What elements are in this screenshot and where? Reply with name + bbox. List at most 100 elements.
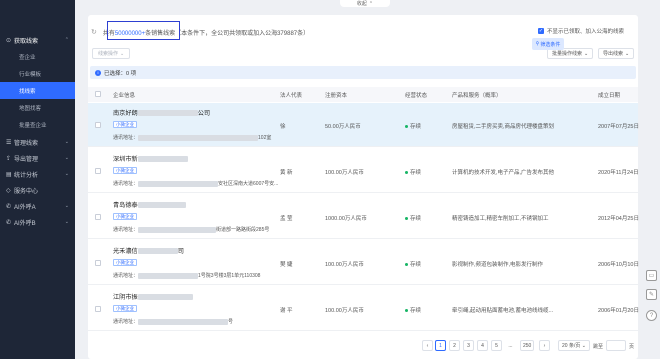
business-status: 存续 [405, 122, 421, 130]
sidebar-group-get-leads[interactable]: ⊙ 获取线索 ⌃ [0, 32, 75, 48]
table-row[interactable]: 深圳市新 小微企业 通讯地址： 安社区深南大道6007号安... 黄 新 100.00万人… [88, 149, 639, 193]
table-row[interactable]: 南京好朗 公司 小微企业 通讯地址： 102室 徐 50.00万人民币 存续 房屋租赁,二手房买… [88, 103, 639, 147]
company-size-tag: 小微企业 [113, 259, 137, 266]
status-dot-icon [405, 263, 408, 267]
company-address: 通讯地址： 1号院3号楼3层1单元110308 [113, 272, 260, 279]
message-icon[interactable]: ▭ [646, 270, 657, 281]
export-leads-button[interactable]: 导出线索 ⌄ [598, 48, 635, 59]
redacted-block [138, 272, 199, 279]
company-name-end: 司 [177, 248, 184, 255]
page-1-button[interactable]: 1 [435, 340, 446, 351]
status-text: 存续 [410, 216, 422, 222]
company-name[interactable]: 光禾濃信 司 [113, 246, 184, 255]
row-checkbox[interactable] [95, 122, 101, 128]
business-status: 存续 [405, 260, 421, 268]
sidebar-item-label: 行业模板 [19, 71, 42, 78]
company-name[interactable]: 南京好朗 公司 [113, 108, 210, 117]
sidebar-item-label: 地图找客 [19, 105, 42, 112]
legal-rep: 徐 [280, 124, 286, 130]
table-row[interactable]: 光禾濃信 司小微企业 通讯地址： 1号院3号楼3层1单元110308 樊 婕 100.00… [88, 241, 639, 285]
address-end: 安社区深南大道6007号安... [218, 181, 279, 187]
company-name[interactable]: 深圳市新 [113, 154, 188, 163]
hide-taken-label: 不显示已领取、加入公海的线索 [546, 29, 624, 35]
refresh-icon[interactable]: ↻ [91, 28, 97, 36]
sidebar-group-export[interactable]: ⇪ 导出管理 ⌄ [0, 150, 75, 166]
next-page-button[interactable]: › [539, 340, 550, 351]
table-row[interactable]: 青岛德泰 小微企业 通讯地址： 街道部一路路街段285号 孟 莹 1000.00万人民币 存… [88, 195, 639, 239]
chevron-down-icon: ⌄ [64, 219, 69, 225]
help-icon[interactable]: ? [646, 310, 657, 321]
row-checkbox[interactable] [95, 260, 101, 266]
redacted-block [138, 318, 229, 325]
batch-ops-label: 批量操作线索 [552, 51, 583, 57]
hide-taken-option[interactable]: ✓ 不显示已领取、加入公海的线索 [537, 27, 624, 35]
products-services: 牵引绳,起动用贴面蓄电池,蓄电池线线缆... [452, 308, 554, 314]
pagination: ‹ 1 2 3 4 5 ... 250 › 20 条/页 ⌄ 跳至 页 [88, 339, 638, 353]
address-label: 通讯地址： [113, 273, 139, 279]
collapse-label: 收起 [356, 1, 367, 7]
export-icon: ⇪ [6, 155, 12, 162]
sidebar-group-label: 服务中心 [14, 188, 39, 195]
header-company: 企业信息 [113, 93, 136, 99]
sidebar-item-industry-template[interactable]: 行业模板 [0, 65, 75, 82]
sidebar-group-ai-call-a[interactable]: ✆ AI外呼A ⌄ [0, 198, 75, 214]
table-row[interactable]: 江阴市振 小微企业 通讯地址： 号 谢 平 100.00万人民币 存续 牵引绳,起动用贴面蓄电… [88, 287, 639, 331]
sidebar-group-service[interactable]: ◇ 服务中心 [0, 182, 75, 198]
sidebar-item-find-company[interactable]: 查企业 [0, 48, 75, 65]
chevron-down-icon: ⌄ [64, 155, 69, 161]
legal-rep: 孟 莹 [280, 216, 293, 222]
leads-operations-button[interactable]: 线索操作 ⌄ [92, 48, 131, 59]
info-icon: i [95, 69, 101, 76]
page-5-button[interactable]: 5 [491, 340, 502, 351]
page-size-select[interactable]: 20 条/页 ⌄ [558, 340, 590, 351]
sidebar-group-label: AI外呼B [14, 220, 36, 227]
prev-page-button[interactable]: ‹ [422, 340, 433, 351]
sidebar-item-label: 找线索 [19, 88, 36, 95]
page-size-value: 20 条/页 [562, 343, 581, 349]
goto-page-input[interactable] [606, 340, 626, 351]
sidebar-group-stats[interactable]: ▤ 统计分析 ⌄ [0, 166, 75, 182]
registered-capital: 100.00万人民币 [325, 308, 364, 314]
company-name-start: 光禾濃信 [113, 248, 138, 255]
goto-label: 跳至 [593, 344, 604, 350]
chevron-down-icon: ⌄ [64, 171, 69, 177]
edit-icon[interactable]: ✎ [646, 289, 657, 300]
address-label: 通讯地址： [113, 227, 139, 233]
row-checkbox[interactable] [95, 306, 101, 312]
address-end: 街道部一路路街段285号 [216, 227, 270, 233]
select-all-checkbox[interactable] [95, 91, 101, 97]
sidebar-item-batch-company[interactable]: 批量查企业 [0, 116, 75, 133]
company-name[interactable]: 江阴市振 [113, 292, 193, 301]
phone-icon: ✆ [6, 219, 12, 226]
business-status: 存续 [405, 214, 421, 222]
sidebar-item-find-leads[interactable]: 找线索 [0, 82, 75, 99]
redacted-block [137, 110, 198, 117]
redacted-block [137, 202, 186, 209]
page-ellipsis[interactable]: ... [505, 340, 516, 351]
founded-date: 2006年10月10日 [598, 262, 639, 268]
redacted-block [138, 180, 219, 187]
row-checkbox[interactable] [95, 214, 101, 220]
row-checkbox[interactable] [95, 168, 101, 174]
chevron-down-icon: ⌄ [120, 50, 125, 57]
company-name[interactable]: 青岛德泰 [113, 200, 186, 209]
annotation-highlight-box [107, 21, 180, 40]
sidebar-group-ai-call-b[interactable]: ✆ AI外呼B ⌄ [0, 214, 75, 230]
checked-checkbox-icon[interactable]: ✓ [537, 28, 544, 34]
sidebar-item-label: 查企业 [19, 54, 36, 61]
sidebar-group-manage-leads[interactable]: ☰ 管理线索 ⌄ [0, 134, 75, 150]
registered-capital: 50.00万人民币 [325, 124, 361, 130]
status-dot-icon [405, 125, 408, 129]
page-4-button[interactable]: 4 [477, 340, 488, 351]
chevron-down-icon: ⌄ [64, 139, 69, 145]
sidebar-item-map-search[interactable]: 地图找客 [0, 99, 75, 116]
page-3-button[interactable]: 3 [463, 340, 474, 351]
status-text: 存续 [410, 170, 422, 176]
page-2-button[interactable]: 2 [449, 340, 460, 351]
address-end: 号 [228, 319, 234, 325]
founded-date: 2006年01月20日 [598, 308, 639, 314]
collapse-filter-button[interactable]: 收起 ⌃ [340, 0, 390, 7]
filter-conditions-button[interactable]: ⚲ 筛选条件 [532, 38, 564, 50]
chevron-down-icon: ⌄ [64, 203, 69, 209]
page-last-button[interactable]: 250 [520, 340, 535, 351]
